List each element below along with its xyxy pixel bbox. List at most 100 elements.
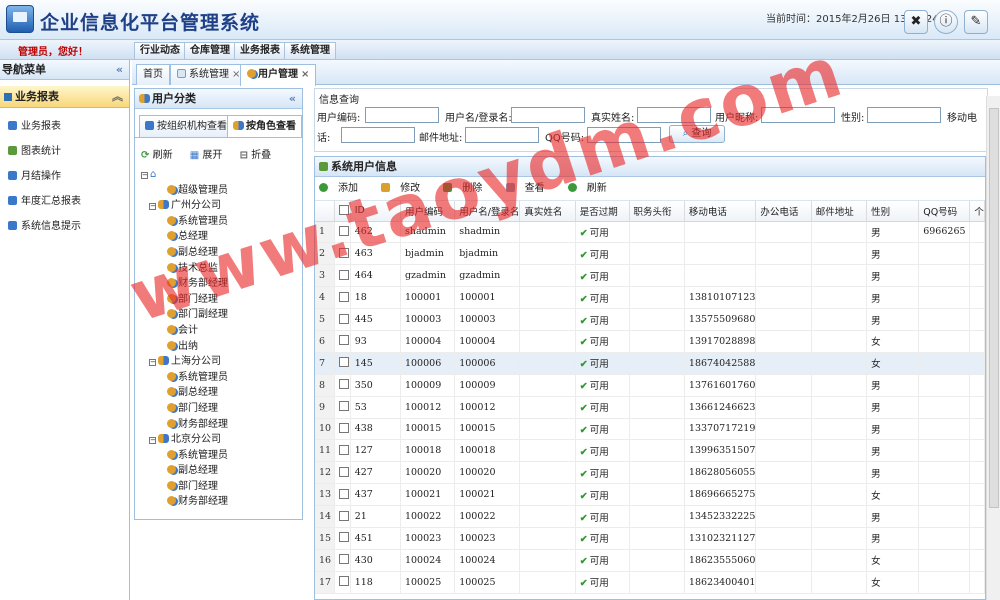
- tree-group-node[interactable]: − 广州分公司: [141, 198, 301, 214]
- tree-node[interactable]: 部门经理: [141, 292, 301, 308]
- tab-home[interactable]: 首页: [136, 64, 170, 85]
- login-name-input[interactable]: [511, 107, 585, 123]
- row-checkbox-box[interactable]: [338, 444, 349, 455]
- table-row[interactable]: 17 118 100025 100025 ✔ 可用 18623400401 女: [315, 571, 985, 594]
- sidebar-item-annual[interactable]: 年度汇总报表: [0, 189, 129, 214]
- row-checkbox[interactable]: [334, 418, 351, 441]
- tools-button[interactable]: ✖: [904, 10, 928, 34]
- row-checkbox[interactable]: [334, 286, 351, 310]
- tab-by-role[interactable]: 按角色查看: [227, 115, 302, 137]
- tree-node[interactable]: 部门经理: [141, 401, 301, 417]
- real-name-input[interactable]: [637, 107, 711, 123]
- tree-node[interactable]: 会计: [141, 323, 301, 339]
- view-button[interactable]: 查看: [505, 183, 555, 194]
- header-office-phone[interactable]: 办公电话: [755, 201, 812, 222]
- nickname-input[interactable]: [761, 107, 835, 123]
- row-checkbox-box[interactable]: [338, 532, 349, 543]
- table-row[interactable]: 1 462 shadmin shadmin ✔ 可用男 6966265: [315, 221, 985, 244]
- row-checkbox[interactable]: [334, 483, 351, 507]
- refresh-button[interactable]: ⟳ 刷新: [141, 150, 180, 161]
- header-gender[interactable]: 性别: [866, 201, 920, 222]
- tree-node[interactable]: 财务部经理: [141, 494, 301, 510]
- table-row[interactable]: 8 350 100009 100009 ✔ 可用 13761601760 男: [315, 374, 985, 397]
- mobile-input[interactable]: [341, 127, 415, 143]
- chevron-up-icon[interactable]: ︽: [112, 86, 123, 107]
- minus-icon[interactable]: −: [149, 437, 156, 445]
- collapse-icon[interactable]: «: [289, 89, 296, 108]
- nav-industry[interactable]: 行业动态: [134, 42, 186, 59]
- tree-node[interactable]: 副总经理: [141, 245, 301, 261]
- expand-button[interactable]: ▦ 展开: [190, 150, 230, 161]
- row-checkbox[interactable]: [334, 264, 351, 288]
- header-email[interactable]: 邮件地址: [811, 201, 868, 222]
- row-checkbox[interactable]: [334, 396, 351, 419]
- row-checkbox[interactable]: [334, 221, 351, 244]
- logout-button[interactable]: ✎: [964, 10, 988, 34]
- table-row[interactable]: 16 430 100024 100024 ✔ 可用 18623555060 女: [315, 549, 985, 572]
- row-checkbox-box[interactable]: [338, 401, 349, 412]
- table-row[interactable]: 11 127 100018 100018 ✔ 可用 13996351507 男: [315, 439, 985, 463]
- minus-icon[interactable]: −: [141, 172, 148, 179]
- tree-node[interactable]: 超级管理员: [141, 183, 301, 199]
- header-qq[interactable]: QQ号码: [918, 201, 971, 222]
- row-checkbox[interactable]: [334, 461, 351, 485]
- table-row[interactable]: 6 93 100004 100004 ✔ 可用 13917028898 女: [315, 330, 985, 353]
- sidebar-item-reports[interactable]: 业务报表: [0, 114, 129, 139]
- nav-warehouse[interactable]: 仓库管理: [184, 42, 236, 59]
- collapse-icon[interactable]: «: [116, 60, 123, 79]
- row-checkbox[interactable]: [334, 330, 351, 353]
- tree-node[interactable]: 副总经理: [141, 385, 301, 401]
- row-checkbox-box[interactable]: [338, 554, 349, 565]
- refresh-grid-button[interactable]: 刷新: [567, 183, 617, 194]
- row-checkbox[interactable]: [334, 549, 351, 572]
- header-user-code[interactable]: 用户编码: [400, 201, 456, 222]
- gender-input[interactable]: [867, 107, 941, 123]
- row-checkbox[interactable]: [334, 242, 351, 266]
- row-checkbox-box[interactable]: [338, 576, 349, 587]
- header-login[interactable]: 用户名/登录名: [454, 201, 521, 222]
- tree-node[interactable]: 系统管理员: [141, 214, 301, 230]
- row-checkbox[interactable]: [334, 571, 351, 594]
- minus-icon[interactable]: −: [149, 359, 156, 367]
- row-checkbox-box[interactable]: [338, 422, 349, 433]
- table-row[interactable]: 7 145 100006 100006 ✔ 可用 18674042588 女: [315, 352, 985, 375]
- header-expired[interactable]: 是否过期: [575, 201, 630, 222]
- scrollbar-thumb[interactable]: [989, 108, 999, 508]
- minus-icon[interactable]: −: [149, 203, 156, 211]
- tree-node[interactable]: 部门副经理: [141, 307, 301, 323]
- row-checkbox-box[interactable]: [338, 247, 349, 258]
- sidebar-section[interactable]: 业务报表 ︽: [0, 86, 129, 108]
- table-row[interactable]: 13 437 100021 100021 ✔ 可用 18696665275 女: [315, 483, 985, 507]
- row-checkbox-box[interactable]: [338, 466, 349, 477]
- qq-input[interactable]: [587, 127, 661, 143]
- edit-button[interactable]: 修改: [381, 183, 430, 194]
- row-checkbox-box[interactable]: [338, 488, 349, 499]
- header-real-name[interactable]: 真实姓名: [519, 201, 576, 222]
- tree-group-node[interactable]: − 北京分公司: [141, 432, 301, 448]
- row-checkbox-box[interactable]: [338, 225, 349, 236]
- tree-node[interactable]: 系统管理员: [141, 448, 301, 464]
- tree-node[interactable]: 系统管理员: [141, 370, 301, 386]
- row-checkbox-box[interactable]: [338, 269, 349, 280]
- table-row[interactable]: 10 438 100015 100015 ✔ 可用 13370717219 男: [315, 418, 985, 441]
- header-more[interactable]: 个: [969, 201, 985, 222]
- row-checkbox[interactable]: [334, 505, 351, 528]
- collapse-button[interactable]: ⊟ 折叠: [240, 150, 279, 161]
- row-checkbox-box[interactable]: [338, 510, 349, 521]
- table-row[interactable]: 15 451 100023 100023 ✔ 可用 13102321127 男: [315, 527, 985, 550]
- row-checkbox[interactable]: [334, 527, 351, 550]
- tree-root[interactable]: − ⌂: [141, 167, 301, 183]
- header-mobile[interactable]: 移动电话: [684, 201, 757, 222]
- row-checkbox-box[interactable]: [338, 357, 349, 368]
- user-code-input[interactable]: [365, 107, 439, 123]
- table-row[interactable]: 2 463 bjadmin bjadmin ✔ 可用男: [315, 242, 985, 266]
- row-checkbox-box[interactable]: [338, 379, 349, 390]
- help-button[interactable]: ⓘ: [934, 10, 958, 34]
- sidebar-item-charts[interactable]: 图表统计: [0, 139, 129, 164]
- nav-system[interactable]: 系统管理: [284, 42, 336, 59]
- tab-users[interactable]: 用户管理 ×: [240, 64, 317, 86]
- table-row[interactable]: 9 53 100012 100012 ✔ 可用 13661246623 男: [315, 396, 985, 419]
- tree-node[interactable]: 部门经理: [141, 479, 301, 495]
- table-row[interactable]: 5 445 100003 100003 ✔ 可用 13575509680 男: [315, 308, 985, 331]
- tree-node[interactable]: 财务部经理: [141, 417, 301, 433]
